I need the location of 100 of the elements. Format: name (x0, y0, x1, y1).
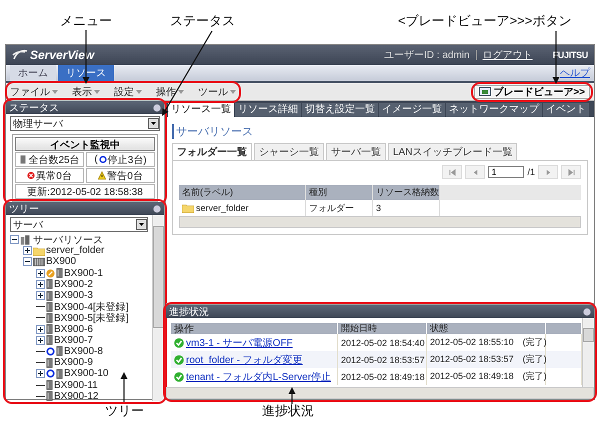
column-header[interactable]: 種別 (306, 185, 373, 200)
logo-icon (12, 49, 28, 61)
tree-item[interactable]: BX900-3 (54, 290, 93, 302)
server-icon (20, 234, 32, 245)
collapse-icon[interactable] (10, 235, 19, 244)
callout-label: ツリー (105, 402, 144, 420)
tree-item[interactable]: BX900 (46, 256, 76, 268)
server-icon (19, 155, 28, 164)
last-page-icon (568, 168, 574, 176)
table-cell: 2012-05-02 18:49:18 (338, 368, 427, 385)
tree-item[interactable]: BX900-1 (64, 268, 103, 279)
server-icon (56, 346, 63, 356)
help-link[interactable]: ヘルプ (560, 66, 590, 80)
panel-title: ツリー (9, 202, 39, 216)
error-count: 異常0台 (15, 168, 84, 183)
operation-link[interactable]: vm3-1 - サーバ電源OFF (186, 336, 293, 350)
column-header[interactable]: リソース格納数 (373, 185, 440, 200)
sub-tab[interactable]: シャーシ一覧 (254, 143, 324, 160)
expand-icon[interactable] (36, 280, 45, 289)
tree-item[interactable]: BX900-4[未登録] (54, 300, 128, 314)
collapse-icon[interactable] (23, 257, 32, 266)
sub-tab[interactable]: フォルダー一覧 (172, 143, 252, 160)
resource-tab[interactable]: リソース一覧 (168, 103, 234, 117)
folder-icon (33, 246, 45, 256)
menu-item[interactable]: 操作 (156, 84, 184, 98)
main-tab[interactable]: リソース (58, 65, 114, 81)
tree-item[interactable]: server_folder (46, 245, 104, 256)
logo-text: ServerView (30, 48, 94, 62)
first-page-icon (448, 168, 456, 176)
page-total: /1 (527, 167, 535, 177)
menu-item[interactable]: 設定 (114, 84, 142, 98)
tree-item[interactable]: BX900-8 (64, 346, 103, 357)
tree-item[interactable]: BX900-7 (54, 334, 93, 346)
scrollbar[interactable] (166, 387, 594, 399)
tree-item[interactable]: サーバリソース (33, 232, 103, 247)
folder-icon (182, 203, 194, 213)
warning-count: 警告0台 (86, 168, 155, 183)
collapse-icon[interactable] (153, 104, 161, 112)
previous-page-button[interactable] (465, 165, 486, 179)
server-icon (56, 368, 63, 379)
expand-icon[interactable] (36, 324, 45, 334)
view-select[interactable]: サーバ (10, 217, 148, 232)
dropdown-icon (148, 118, 159, 129)
dropdown-icon (136, 90, 142, 94)
monitor-icon (479, 87, 492, 96)
main-tab[interactable]: ホーム (10, 65, 56, 81)
view-select[interactable]: 物理サーバ (10, 116, 160, 131)
column-header[interactable]: 名前(ラベル) (179, 185, 306, 200)
expand-icon[interactable] (23, 246, 32, 256)
tree-item[interactable]: BX900-6 (54, 324, 93, 335)
callout-label: 進捗状況 (262, 402, 314, 420)
stopped-count: ( 停止3台) (86, 152, 155, 167)
next-icon (544, 168, 552, 176)
sub-tab[interactable]: LANスイッチブレード一覧 (388, 143, 518, 160)
expand-icon[interactable] (36, 291, 45, 300)
blade-viewer-button[interactable]: ブレードビューア>> (474, 84, 590, 98)
menu-item[interactable]: ファイル (10, 84, 58, 98)
tree-item[interactable]: BX900-9 (54, 357, 93, 368)
resource-tab[interactable]: リソース詳細 (235, 103, 301, 117)
column-header[interactable]: 開始日時 (338, 323, 427, 334)
operation-link[interactable]: root_folder - フォルダ変更 (186, 352, 303, 366)
resource-tab[interactable]: ネットワークマップ (446, 103, 542, 117)
resource-tab[interactable]: イベント (543, 103, 589, 117)
resource-tab[interactable]: イメージ一覧 (379, 103, 445, 117)
tree-item[interactable]: BX900-10 (64, 368, 108, 380)
sub-tab[interactable]: サーバ一覧 (326, 143, 386, 160)
tree-item[interactable]: BX900-12 (54, 390, 98, 402)
success-icon (174, 372, 184, 382)
menu-item[interactable]: ツール (198, 84, 236, 98)
scrollbar[interactable] (582, 318, 594, 387)
expand-icon[interactable] (36, 268, 45, 278)
menu-item[interactable]: 表示 (72, 84, 100, 98)
collapse-icon[interactable] (153, 204, 161, 212)
update-time: 更新:2012-05-02 18:58:38 (15, 184, 155, 199)
first-page-button[interactable] (442, 165, 462, 179)
brand-logo: FUJITSU (552, 50, 588, 60)
column-header[interactable]: 状態 (427, 323, 546, 334)
callout-arrow (288, 387, 296, 404)
last-page-button[interactable] (561, 165, 581, 179)
expand-icon[interactable] (36, 369, 45, 378)
expand-icon[interactable] (36, 336, 45, 345)
user-id: ユーザーID : admin (384, 49, 470, 62)
chassis-icon (33, 256, 45, 267)
operation-link[interactable]: tenant - フォルダ内L-Server停止 (186, 370, 332, 384)
tree-item[interactable]: BX900-2 (54, 278, 93, 290)
collapse-icon[interactable] (583, 308, 591, 316)
success-icon (174, 354, 184, 364)
panel-title: 進捗状況 (169, 306, 209, 318)
page-field[interactable]: 1 (488, 166, 524, 178)
callout-label: <ブレードビューア>>>ボタン (398, 12, 572, 30)
scrollbar[interactable] (179, 216, 581, 228)
resource-tab[interactable]: 切替え設定一覧 (302, 103, 378, 117)
tree-item[interactable]: BX900-11 (54, 380, 98, 391)
error-icon (27, 171, 36, 180)
monitor-button[interactable]: イベント監視中 (15, 137, 155, 151)
logout-link[interactable]: ログアウト (482, 48, 533, 62)
column-header[interactable]: 操作 (171, 323, 338, 334)
stopped-status-icon (98, 155, 107, 164)
callout-label: ステータス (170, 12, 235, 30)
scrollbar[interactable] (152, 215, 164, 401)
